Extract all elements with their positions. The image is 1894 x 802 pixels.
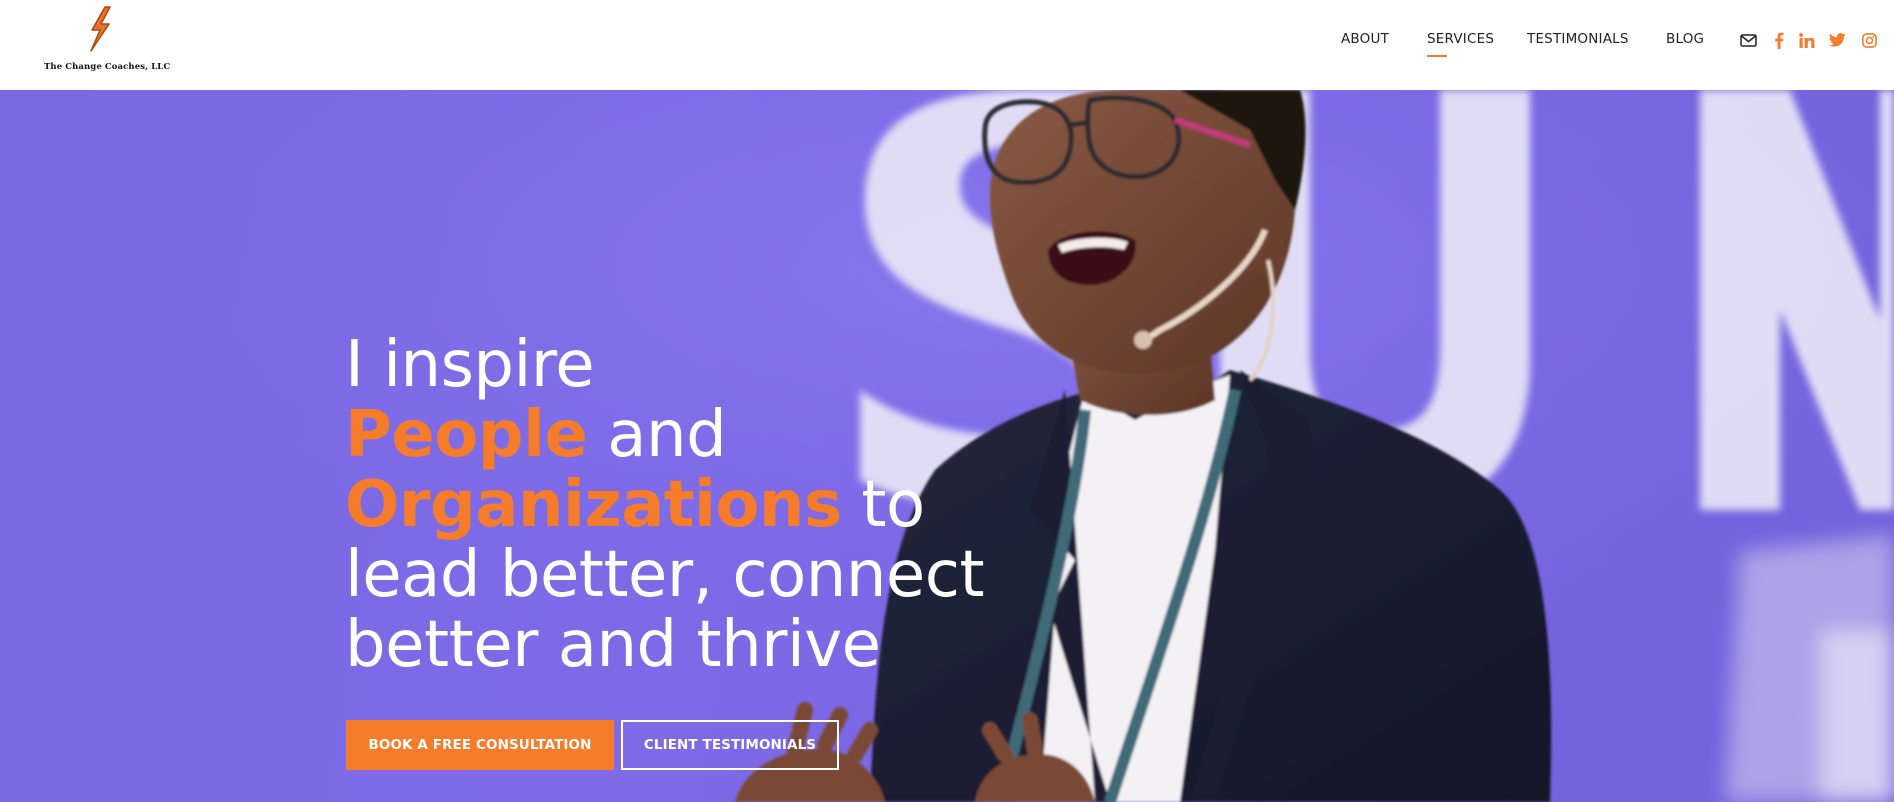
headline-organizations: Organizations [345,468,842,542]
hero-headline: I inspire People and Organizations to le… [345,328,985,682]
nav-blog[interactable]: BLOG [1666,31,1704,47]
headline-line-4: lead better, connect [345,538,985,612]
headline-line-1: I inspire [345,328,595,402]
headline-and: and [587,398,727,472]
book-consultation-button[interactable]: BOOK A FREE CONSULTATION [346,720,614,770]
nav-services[interactable]: SERVICES [1427,31,1494,57]
client-testimonials-button[interactable]: CLIENT TESTIMONIALS [621,720,839,770]
linkedin-icon[interactable] [1797,30,1817,50]
headline-line-5: better and thrive [345,608,881,682]
facebook-icon[interactable] [1769,30,1789,50]
brand-logo[interactable]: The Change Coaches, LLC [40,4,170,74]
lightning-bolt-icon [90,6,111,52]
site-header: The Change Coaches, LLC ABOUT SERVICES T… [0,0,1894,90]
headline-to: to [841,468,925,542]
envelope-icon[interactable] [1738,30,1758,50]
brand-name: The Change Coaches, LLC [44,62,171,72]
headline-people: People [345,398,588,472]
twitter-icon[interactable] [1827,30,1847,50]
nav-about[interactable]: ABOUT [1341,31,1389,47]
hero-section: I inspire People and Organizations to le… [0,90,1894,802]
nav-testimonials[interactable]: TESTIMONIALS [1527,31,1629,47]
instagram-icon[interactable] [1859,30,1879,50]
